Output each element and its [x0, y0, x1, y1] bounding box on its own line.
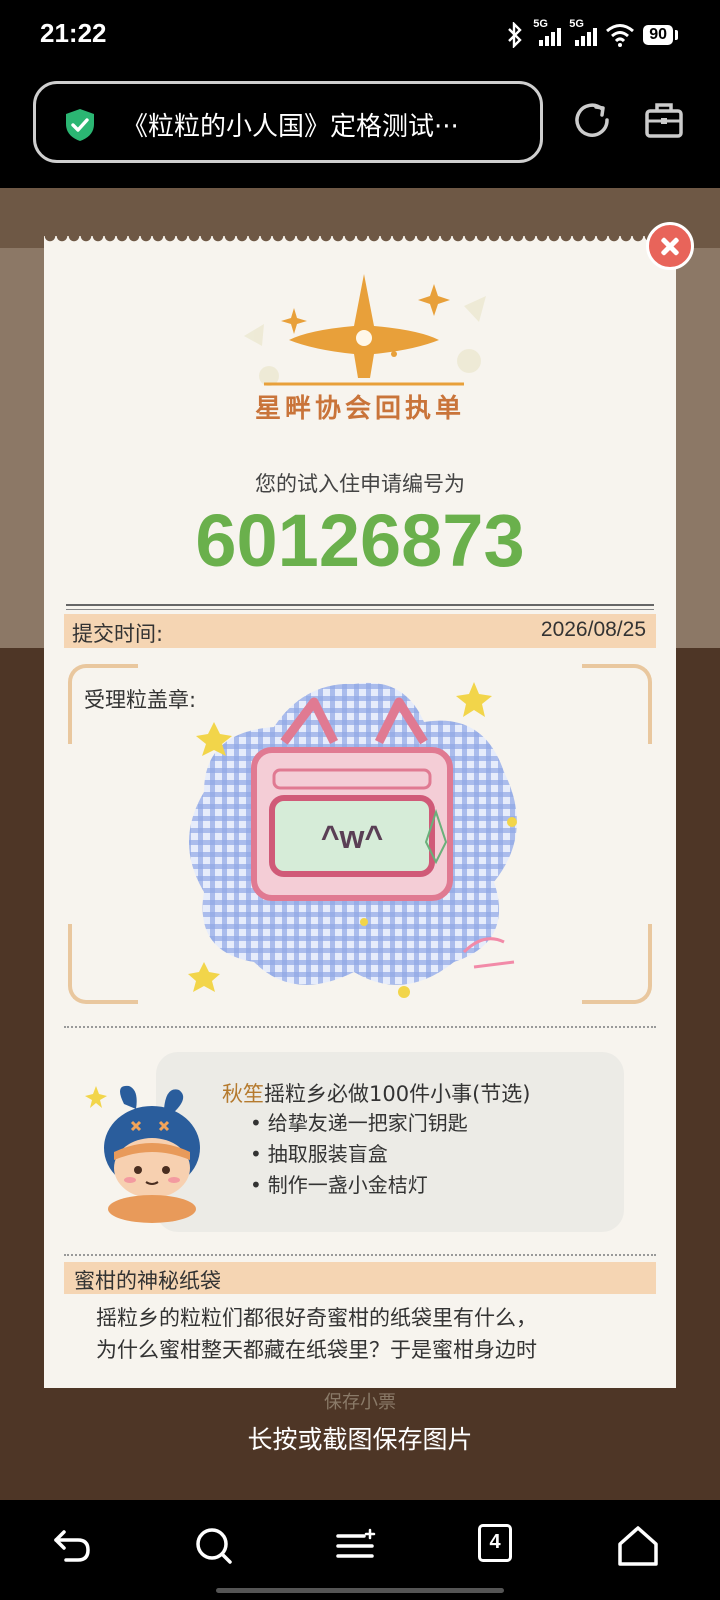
todo-title-text: 摇粒乡必做100件小事(节选) [264, 1082, 531, 1106]
tabs-icon[interactable]: 4 [478, 1524, 522, 1568]
menu-icon[interactable] [334, 1524, 378, 1568]
receipt-card: 星畔协会回执单 您的试入住申请编号为 60126873 提交时间: 2026/0… [44, 236, 676, 1388]
battery-icon: 90 [643, 25, 673, 45]
save-receipt-button[interactable]: 保存小票 [0, 1388, 720, 1414]
navigation-bar: 4 [0, 1500, 720, 1600]
section-header: 蜜柑的神秘纸袋 [64, 1262, 656, 1294]
section-line: 摇粒乡的粒粒们都很好奇蜜柑的纸袋里有什么， [96, 1306, 537, 1330]
dotted-divider [64, 1026, 656, 1028]
application-number: 60126873 [195, 499, 525, 582]
section-line: 为什么蜜柑整天都藏在纸袋里？于是蜜柑身边时 [96, 1338, 537, 1362]
frame-corner [582, 924, 652, 1004]
home-indicator[interactable] [216, 1588, 504, 1593]
url-title: 《粒粒的小人国》定格测试··· [122, 112, 459, 142]
bluetooth-icon [508, 22, 522, 48]
url-bar[interactable]: 《粒粒的小人国》定格测试··· [33, 81, 543, 163]
back-icon[interactable] [50, 1524, 94, 1568]
signal-icon: 5G [569, 18, 598, 48]
close-button[interactable] [646, 222, 694, 270]
signal-icon: 5G [533, 18, 562, 48]
browser-toolbar: 《粒粒的小人国》定格测试··· [0, 76, 720, 188]
cat-stamp-image: ^w^ [188, 682, 517, 998]
reload-icon[interactable] [572, 100, 612, 140]
frame-corner [582, 664, 652, 744]
status-icons: 5G 5G 90 [505, 18, 678, 48]
mascot-character [85, 1085, 200, 1223]
todo-title: 秋笙摇粒乡必做100件小事(节选) [222, 1078, 530, 1108]
submit-time-row: 提交时间: 2026/08/25 [64, 614, 656, 648]
todo-item: 给挚友递一把家门钥匙 [250, 1108, 468, 1139]
status-time: 21:22 [40, 18, 107, 48]
search-icon[interactable] [192, 1524, 236, 1568]
tab-count: 4 [478, 1524, 512, 1562]
wifi-icon [606, 24, 635, 47]
frame-corner [68, 924, 138, 1004]
todo-item: 抽取服装盲盒 [250, 1139, 468, 1170]
section-body: 摇粒乡的粒粒们都很好奇蜜柑的纸袋里有什么， 为什么蜜柑整天都藏在纸袋里？于是蜜柑… [96, 1302, 636, 1366]
save-hint: 长按或截图保存图片 [247, 1425, 473, 1454]
section-title: 蜜柑的神秘纸袋 [74, 1269, 221, 1293]
home-icon[interactable] [616, 1524, 660, 1568]
stamp-face-text: ^w^ [321, 819, 383, 855]
divider [66, 604, 654, 610]
status-bar: 21:22 5G 5G 90 [0, 0, 720, 76]
todo-character-name: 秋笙 [222, 1082, 264, 1106]
logo-title: 星畔协会回执单 [254, 394, 465, 424]
application-label: 您的试入住申请编号为 [255, 472, 465, 496]
toolbox-icon[interactable] [644, 100, 684, 140]
todo-item: 制作一盏小金桔灯 [250, 1170, 468, 1201]
submit-time-value: 2026/08/25 [540, 618, 646, 641]
dotted-divider [64, 1254, 656, 1256]
todo-list: 给挚友递一把家门钥匙 抽取服装盲盒 制作一盏小金桔灯 [250, 1108, 468, 1201]
battery-tip [675, 30, 678, 40]
submit-time-label: 提交时间: [72, 622, 164, 646]
shield-check-icon [66, 109, 94, 141]
todo-card: 秋笙摇粒乡必做100件小事(节选) 给挚友递一把家门钥匙 抽取服装盲盒 制作一盏… [156, 1052, 624, 1232]
